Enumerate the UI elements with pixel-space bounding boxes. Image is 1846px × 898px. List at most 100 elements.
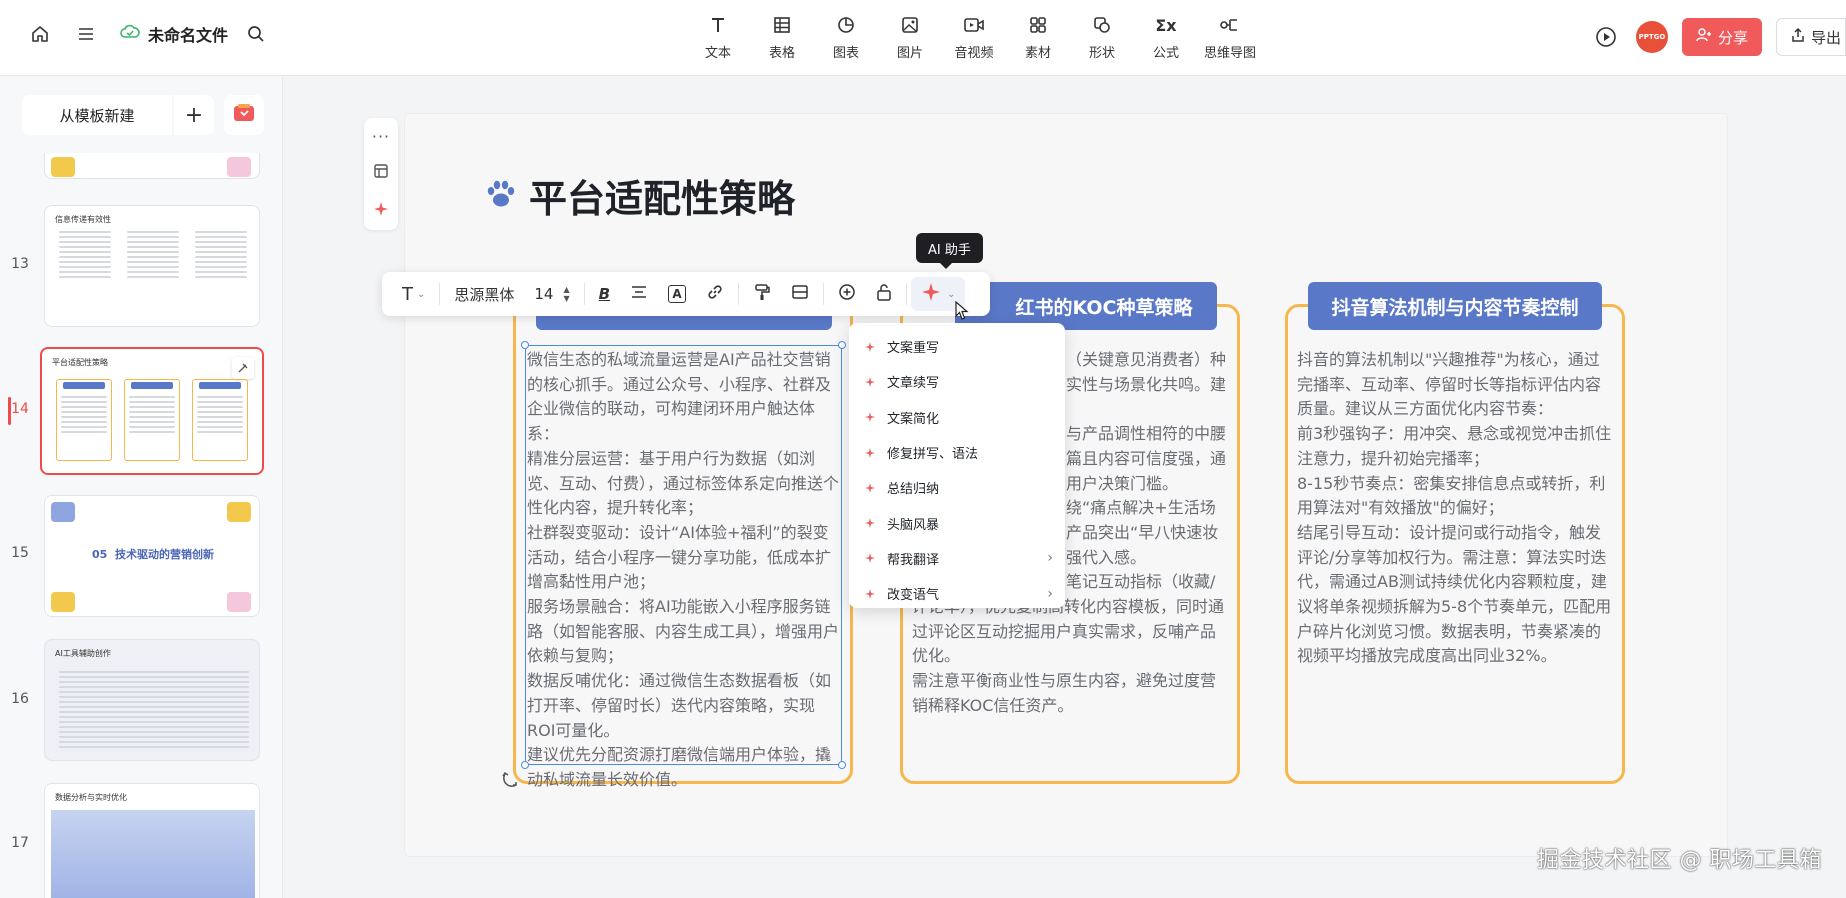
align-button[interactable] — [620, 272, 658, 316]
tool-label: 形状 — [1088, 46, 1115, 61]
layout-icon[interactable] — [373, 163, 389, 183]
resize-handle[interactable] — [521, 761, 529, 769]
menu-item-brainstorm[interactable]: 头脑风暴 — [849, 505, 1065, 540]
tool-shape[interactable]: 形状 — [1070, 14, 1134, 61]
resize-handle[interactable] — [838, 761, 846, 769]
rotate-handle-icon[interactable] — [502, 770, 520, 792]
chevron-right-icon: › — [1047, 550, 1053, 567]
tool-label: 素材 — [1024, 46, 1051, 61]
ai-sparkle-icon — [865, 412, 879, 423]
link-button[interactable] — [696, 272, 734, 316]
mouse-cursor-icon — [955, 300, 969, 325]
tool-chart[interactable]: 图表 — [814, 14, 878, 61]
ai-sparkle-icon — [865, 518, 879, 529]
paragraph: 抖音的算法机制以"兴趣推荐"为核心，通过完播率、互动率、停留时长等指标评估内容质… — [1297, 350, 1602, 419]
selection-box[interactable] — [521, 341, 846, 769]
pin-icon[interactable] — [232, 357, 254, 379]
menu-item-rewrite[interactable]: 文案重写 — [849, 329, 1065, 364]
paw-icon — [485, 174, 517, 218]
text-style-icon: T — [402, 283, 413, 305]
divider — [906, 283, 908, 305]
font-size-stepper[interactable]: 14 ▲ ▼ — [524, 272, 579, 316]
search-icon[interactable] — [244, 22, 268, 46]
tool-image[interactable]: 图片 — [878, 14, 942, 61]
insert-button[interactable] — [828, 272, 866, 316]
tool-video[interactable]: 音视频 — [942, 14, 1006, 61]
avatar[interactable]: PPTGO — [1635, 21, 1668, 53]
slide-thumbnail-12[interactable] — [44, 153, 260, 179]
top-bar-left: 未命名文件 — [28, 22, 268, 46]
line-spacing-icon — [791, 283, 809, 305]
slide-thumbnail-15[interactable]: 05 技术驱动的营销创新 — [44, 495, 260, 617]
share-button[interactable]: 分享 — [1681, 18, 1762, 56]
slide-number-16: 16 — [11, 691, 29, 707]
ai-sparkle-icon[interactable] — [373, 201, 389, 221]
format-painter-button[interactable] — [743, 272, 781, 316]
chart-icon — [836, 14, 856, 36]
resize-handle[interactable] — [838, 341, 846, 349]
tool-formula[interactable]: Σx 公式 — [1134, 14, 1198, 62]
thumbnail-section-title: 05 技术驱动的营销创新 — [92, 548, 214, 561]
text-format-toolbar: T ⌄ 思源黑体 14 ▲ ▼ B A ⌄ — [382, 272, 990, 316]
thumbnail-chart — [51, 810, 255, 898]
tool-table[interactable]: 表格 — [750, 14, 814, 61]
thumbnail-badge — [51, 592, 75, 612]
card-heading[interactable]: 抖音算法机制与内容节奏控制 — [1308, 282, 1602, 330]
add-user-icon — [1696, 27, 1712, 47]
paragraph: 需注意平衡商业性与原生内容，避免过度营销稀释KOC信任资产。 — [912, 671, 1217, 715]
tool-label: 思维导图 — [1203, 46, 1256, 61]
tool-mindmap[interactable]: 思维导图 — [1198, 14, 1262, 61]
menu-item-label: 文案重写 — [887, 341, 940, 357]
font-size-value: 14 — [534, 285, 554, 303]
ai-sparkle-icon — [865, 376, 879, 387]
text-color-button[interactable]: A — [658, 272, 696, 316]
spacing-button[interactable] — [781, 272, 819, 316]
play-icon[interactable] — [1594, 25, 1618, 49]
menu-item-continue[interactable]: 文章续写 — [849, 364, 1065, 399]
thumbnail-badge — [227, 592, 251, 612]
export-button[interactable]: 导出 — [1776, 18, 1846, 56]
top-bar-right: PPTGO 分享 导出 — [1594, 18, 1846, 56]
home-icon[interactable] — [28, 22, 52, 46]
menu-item-summarize[interactable]: 总结归纳 — [849, 470, 1065, 505]
resize-handle[interactable] — [521, 341, 529, 349]
divider — [738, 283, 740, 305]
thumbnail-card — [192, 379, 248, 461]
stepper-arrows-icon[interactable]: ▲ ▼ — [563, 285, 569, 303]
menu-item-fix-grammar[interactable]: 修复拼写、语法 — [849, 435, 1065, 470]
template-gallery-button[interactable] — [224, 95, 264, 135]
slide-thumbnail-16[interactable]: AI工具辅助创作 — [44, 639, 260, 761]
tool-label: 公式 — [1152, 46, 1179, 61]
bold-button[interactable]: B — [589, 272, 620, 316]
new-from-template-button[interactable]: 从模板新建 — [22, 95, 172, 135]
paragraph: 结尾引导互动：设计提问或行动指令，触发评论/分享等加权行为。需注意：算法实时迭代… — [1297, 522, 1612, 666]
slide-thumbnail-13[interactable]: 信息传递有效性 — [44, 205, 260, 327]
thumbnail-title: 信息传递有效性 — [55, 215, 111, 224]
slide-thumbnail-14[interactable]: 平台适配性策略 — [40, 347, 264, 475]
menu-item-simplify[interactable]: 文案简化 — [849, 400, 1065, 435]
lock-button[interactable] — [866, 272, 902, 316]
tool-text[interactable]: 文本 — [686, 14, 750, 61]
mindmap-icon — [1219, 14, 1241, 36]
more-icon[interactable]: ··· — [372, 127, 390, 146]
thumbnail-title: 数据分析与实时优化 — [55, 793, 127, 802]
menu-item-translate[interactable]: 帮我翻译 › — [849, 541, 1065, 576]
add-slide-button[interactable]: + — [174, 95, 214, 135]
slide-number-17: 17 — [11, 835, 29, 851]
font-family-select[interactable]: 思源黑体 — [444, 272, 524, 316]
slide-number-14: 14 — [11, 401, 29, 417]
canvas-side-tools: ··· — [364, 118, 398, 230]
thumbnail-column — [127, 228, 179, 281]
menu-icon[interactable] — [74, 22, 98, 46]
tool-assets[interactable]: 素材 — [1006, 14, 1070, 61]
slide-title[interactable]: 平台适配性策略 — [485, 168, 795, 223]
text-style-dropdown[interactable]: T ⌄ — [392, 272, 435, 316]
card-body-text[interactable]: 抖音的算法机制以"兴趣推荐"为核心，通过完播率、互动率、停留时长等指标评估内容质… — [1297, 348, 1615, 669]
format-painter-icon — [753, 283, 771, 305]
thumbnail-title: AI工具辅助创作 — [55, 649, 111, 658]
menu-item-change-tone[interactable]: 改变语气 › — [849, 576, 1065, 611]
tool-label: 图表 — [832, 46, 859, 61]
document-title[interactable]: 未命名文件 — [120, 22, 228, 46]
chevron-down-icon: ⌄ — [947, 288, 956, 300]
slide-thumbnail-17[interactable]: 数据分析与实时优化 — [44, 783, 260, 898]
